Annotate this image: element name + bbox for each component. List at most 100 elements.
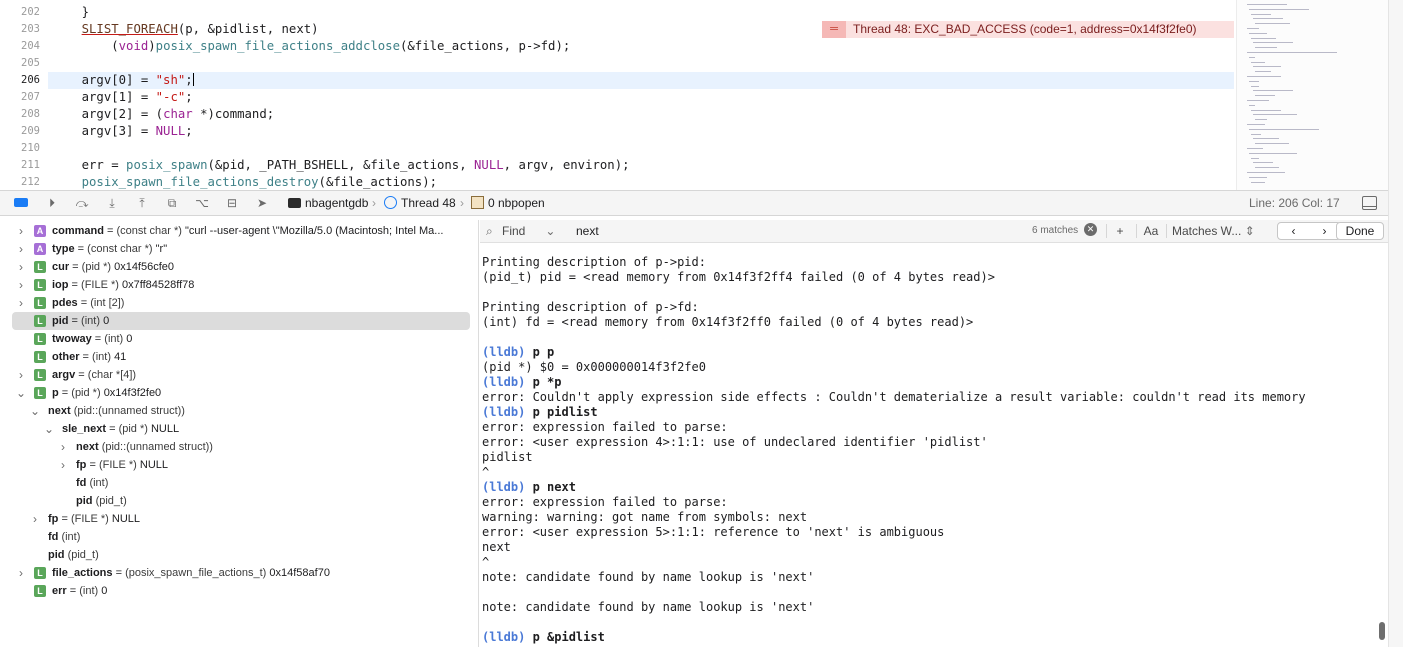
variable-row[interactable]: › Lpdes = (int [2])	[12, 294, 470, 312]
lldb-prompt: (lldb)	[482, 480, 526, 494]
code-line[interactable]: argv[0] = "sh";	[52, 72, 1228, 89]
variable-row[interactable]: fd (int)	[12, 474, 470, 492]
case-sensitivity-button[interactable]: Aa	[1142, 222, 1160, 240]
disclosure-expanded-icon[interactable]: ⌄	[16, 384, 26, 402]
variable-row[interactable]: › Atype = (const char *) "r"	[12, 240, 470, 258]
variable-row[interactable]: › Acommand = (const char *) "curl --user-…	[12, 222, 470, 240]
continue-icon[interactable]: ⏵	[44, 195, 60, 211]
code-line[interactable]: argv[1] = "-c";	[52, 89, 1228, 106]
disclosure-collapsed-icon[interactable]: ›	[16, 258, 26, 276]
disclosure-collapsed-icon[interactable]: ›	[16, 294, 26, 312]
disclosure-collapsed-icon[interactable]: ›	[30, 510, 40, 528]
disclosure-expanded-icon[interactable]: ⌄	[44, 420, 54, 438]
scrollbar-thumb[interactable]	[1379, 622, 1385, 640]
variable-text: pid (pid_t)	[48, 546, 99, 564]
memory-graph-icon[interactable]: ⌥	[194, 195, 210, 211]
environment-icon[interactable]: ⊟	[224, 195, 240, 211]
variable-row[interactable]: ⌄ sle_next = (pid *) NULL	[12, 420, 470, 438]
variable-type: (posix_spawn_file_actions_t)	[125, 567, 267, 579]
minimap-line	[1255, 119, 1267, 121]
code-line[interactable]: }	[52, 4, 1228, 21]
minimap-line	[1249, 56, 1255, 58]
variable-row[interactable]: Lpid = (int) 0	[12, 312, 470, 330]
code-line[interactable]: posix_spawn_file_actions_destroy(&file_a…	[52, 174, 1228, 190]
code-line[interactable]: err = posix_spawn(&pid, _PATH_BSHELL, &f…	[52, 157, 1228, 174]
vertical-scrollbar[interactable]	[1388, 0, 1403, 647]
debug-console[interactable]: Printing description of p->pid: (pid_t) p…	[480, 243, 1380, 647]
variable-row[interactable]: › Liop = (FILE *) 0x7ff84528ff78	[12, 276, 470, 294]
variable-row[interactable]: pid (pid_t)	[12, 546, 470, 564]
variable-row[interactable]: › next (pid::(unnamed struct))	[12, 438, 470, 456]
variable-row[interactable]: › fp = (FILE *) NULL	[12, 510, 470, 528]
disclosure-collapsed-icon[interactable]: ›	[16, 366, 26, 384]
variable-text: p = (pid *) 0x14f3f2fe0	[52, 387, 162, 399]
minimap-line	[1249, 104, 1255, 106]
console-output-line: warning: warning: got name from symbols:…	[482, 510, 808, 524]
add-find-pattern-button[interactable]: +	[1112, 222, 1128, 240]
code-line[interactable]	[52, 55, 1228, 72]
source-editor[interactable]: 202 203 204 205 206 207 208 209 210 211 212 } SLIS…	[0, 0, 1388, 190]
variable-row[interactable]: fd (int)	[12, 528, 470, 546]
disclosure-collapsed-icon[interactable]: ›	[58, 438, 68, 456]
variable-value: "curl --user-agent \"Mozilla/5.0 (Macint…	[185, 225, 444, 237]
variable-row[interactable]: Lother = (int) 41	[12, 348, 470, 366]
disclosure-expanded-icon[interactable]: ⌄	[30, 402, 40, 420]
match-mode-dropdown[interactable]: Matches W... ⇕	[1172, 222, 1262, 240]
variable-row[interactable]: › fp = (FILE *) NULL	[12, 456, 470, 474]
variable-text: next (pid::(unnamed struct))	[76, 438, 213, 456]
line-number: 204	[21, 40, 40, 52]
step-out-icon[interactable]: ⤒	[134, 195, 150, 211]
variable-text: err = (int) 0	[52, 585, 108, 597]
error-banner[interactable]: ═ Thread 48: EXC_BAD_ACCESS (code=1, add…	[822, 21, 1234, 38]
variable-row[interactable]: › Lcur = (pid *) 0x14f56cfe0	[12, 258, 470, 276]
variable-row[interactable]: ⌄ next (pid::(unnamed struct))	[12, 402, 470, 420]
match-count: 6 matches	[1032, 225, 1079, 236]
code-line[interactable]: argv[2] = (char *)command;	[52, 106, 1228, 123]
variable-text: iop = (FILE *) 0x7ff84528ff78	[52, 279, 195, 291]
disclosure-collapsed-icon[interactable]: ›	[16, 276, 26, 294]
console-find-bar: ⌕ Find⌄ 6 matches ✕ + Aa Matches W... ⇕ …	[480, 220, 1388, 243]
disclosure-collapsed-icon[interactable]: ›	[16, 240, 26, 258]
minimap-line	[1255, 23, 1290, 25]
console-output-line: error: Couldn't apply expression side ef…	[482, 390, 1306, 404]
variable-row[interactable]: › Lfile_actions = (posix_spawn_file_actio…	[12, 564, 470, 582]
code-token: , argv, environ);	[503, 158, 630, 172]
breadcrumb-target[interactable]: nbagentgdb	[288, 195, 368, 211]
variable-row[interactable]: pid (pid_t)	[12, 492, 470, 510]
console-output-line: ^	[482, 465, 490, 479]
variable-name: iop	[52, 279, 69, 291]
location-icon[interactable]: ➤	[254, 195, 270, 211]
toggle-panel-icon[interactable]	[1362, 196, 1377, 210]
code-token: NULL	[474, 158, 504, 172]
disclosure-collapsed-icon[interactable]: ›	[16, 222, 26, 240]
breakpoints-toggle-icon[interactable]	[14, 198, 28, 207]
variable-name: pid	[52, 315, 69, 327]
view-hierarchy-icon[interactable]: ⧉	[164, 195, 180, 211]
code-line[interactable]	[52, 140, 1228, 157]
disclosure-collapsed-icon[interactable]: ›	[16, 564, 26, 582]
clear-search-icon[interactable]: ✕	[1084, 223, 1097, 236]
breadcrumb-frame[interactable]: 0 nbpopen	[471, 195, 545, 211]
variable-row[interactable]: Lerr = (int) 0	[12, 582, 470, 600]
code-token: posix_spawn_file_actions_addclose	[155, 39, 400, 53]
find-mode-dropdown[interactable]: Find ⌄	[492, 223, 582, 239]
variables-view[interactable]: › Acommand = (const char *) "curl --user-…	[0, 220, 479, 647]
minimap-line	[1249, 8, 1309, 10]
done-button[interactable]: Done	[1336, 222, 1384, 240]
disclosure-collapsed-icon[interactable]: ›	[58, 456, 68, 474]
variable-text: twoway = (int) 0	[52, 333, 133, 345]
breadcrumb-thread[interactable]: Thread 48	[384, 195, 456, 211]
minimap[interactable]	[1236, 0, 1388, 190]
code-line[interactable]: (void)posix_spawn_file_actions_addclose(…	[52, 38, 1228, 55]
chevron-updown-icon: ⇕	[1244, 224, 1255, 238]
variable-row[interactable]: Ltwoway = (int) 0	[12, 330, 470, 348]
previous-match-button[interactable]: ‹	[1277, 222, 1310, 240]
search-input[interactable]	[576, 223, 1076, 239]
minimap-line	[1247, 172, 1285, 173]
step-over-icon[interactable]: ⤼	[74, 195, 90, 211]
variable-row[interactable]: › Largv = (char *[4])	[12, 366, 470, 384]
minimap-line	[1255, 71, 1271, 73]
variable-row[interactable]: ⌄ Lp = (pid *) 0x14f3f2fe0	[12, 384, 470, 402]
code-line[interactable]: argv[3] = NULL;	[52, 123, 1228, 140]
step-into-icon[interactable]: ⤓	[104, 195, 120, 211]
